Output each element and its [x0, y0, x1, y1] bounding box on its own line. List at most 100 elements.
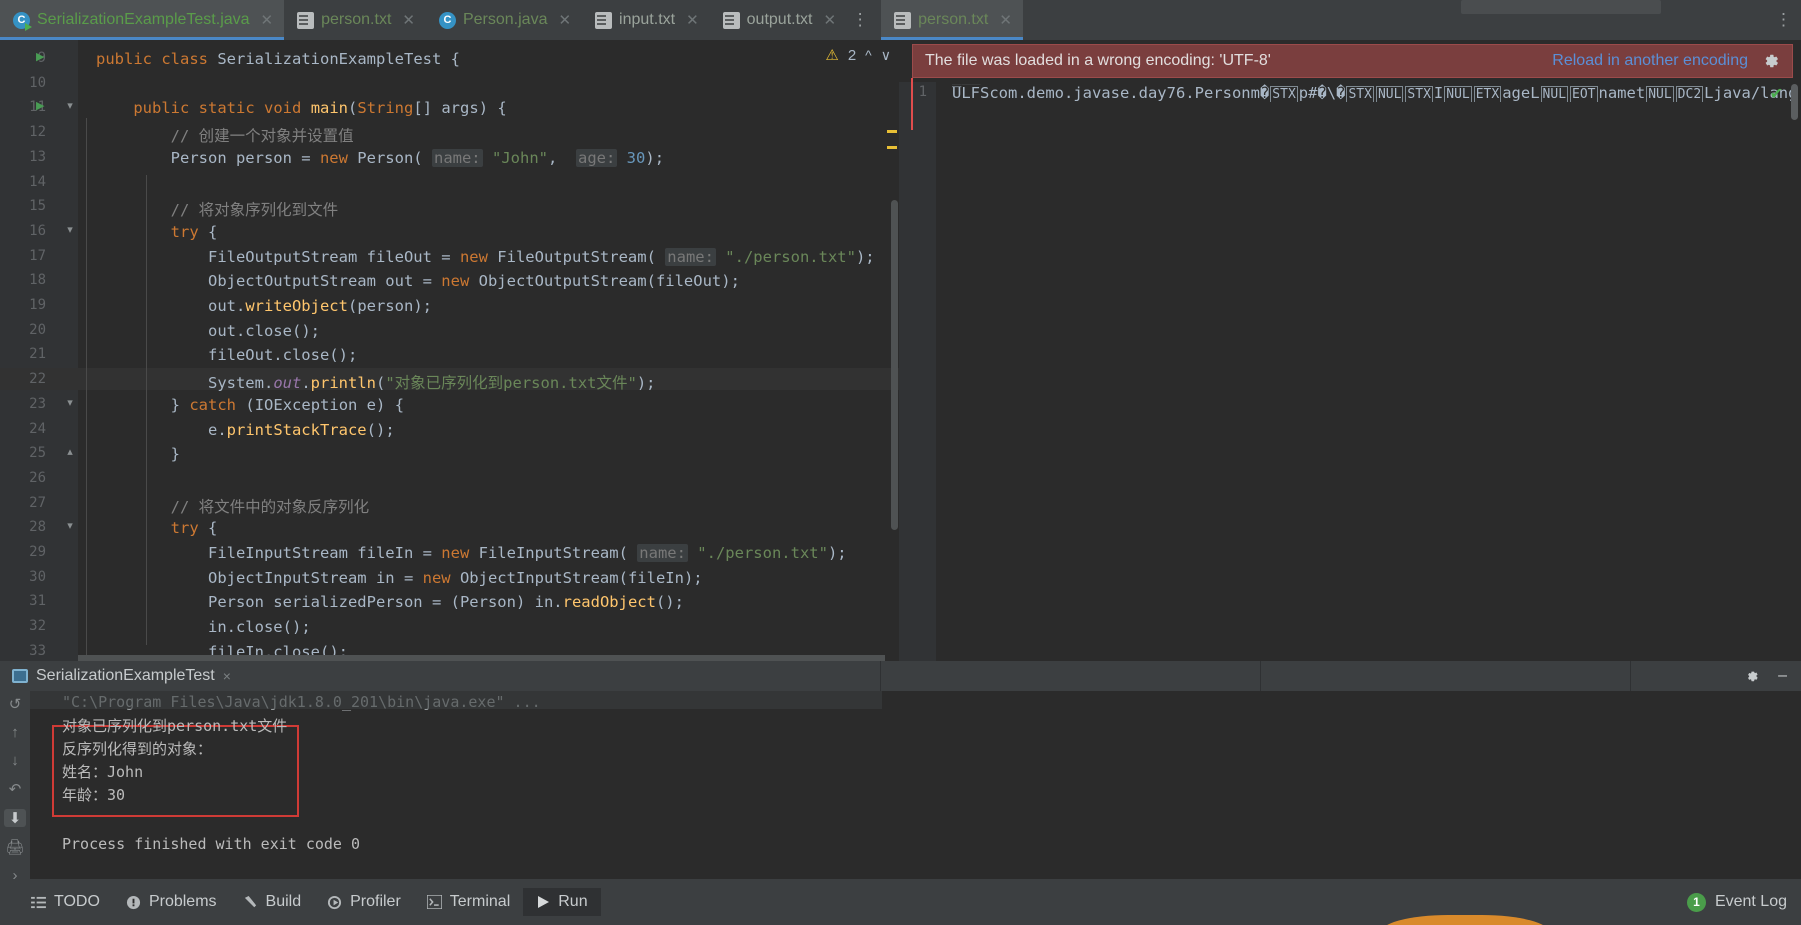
status-bar-item-problems[interactable]: Problems — [113, 888, 230, 916]
previous-problem-icon[interactable]: ^ — [865, 47, 872, 63]
tab-person-java[interactable]: C Person.java ✕ — [426, 0, 582, 40]
line-number: 19 — [29, 297, 46, 313]
gutter-run-icon[interactable]: ▶ — [36, 99, 50, 112]
scroll-up-icon[interactable]: ↑ — [4, 724, 26, 741]
tab-overflow-menu-icon[interactable]: ⋮ — [847, 0, 873, 40]
text-file-icon — [722, 11, 740, 29]
status-bar: TODO Problems Build Profiler Terminal Ru… — [0, 879, 1801, 925]
tab-close-icon[interactable]: ✕ — [686, 11, 699, 29]
code-editor-right[interactable]: The file was loaded in a wrong encoding:… — [899, 40, 1801, 661]
line-number: 14 — [29, 173, 46, 190]
tab-close-icon[interactable]: ✕ — [402, 11, 415, 29]
control-char-dc2: DC2 — [1675, 86, 1704, 102]
reload-in-another-encoding-link[interactable]: Reload in another encoding — [1552, 52, 1748, 70]
code-line[interactable]: try { — [96, 519, 218, 537]
encoding-warning-banner: The file was loaded in a wrong encoding:… — [912, 44, 1793, 78]
todo-list-icon — [31, 896, 46, 909]
checkmark-icon: ✔ — [1769, 86, 1783, 103]
gutter-fold-icon[interactable]: ▴ — [64, 445, 76, 458]
tab-input-txt[interactable]: input.txt ✕ — [582, 0, 710, 40]
tab-label: output.txt — [746, 11, 813, 28]
right-editor-gutter[interactable] — [899, 82, 936, 661]
status-bar-item-build[interactable]: Build — [230, 888, 315, 916]
print-icon[interactable]: 🖨 — [4, 838, 26, 856]
code-line[interactable]: out.close(); — [96, 322, 320, 340]
line-number: 13 — [29, 148, 46, 165]
status-bar-item-profiler[interactable]: Profiler — [314, 888, 414, 916]
code-line[interactable]: ObjectInputStream in = new ObjectInputSt… — [96, 569, 703, 587]
tab-close-icon[interactable]: ✕ — [999, 11, 1012, 29]
code-line[interactable]: // 创建一个对象并设置值 — [96, 124, 354, 146]
control-char-nul: NUL — [1444, 86, 1472, 102]
editor-vertical-scrollbar[interactable] — [891, 200, 898, 530]
code-line[interactable]: Person person = new Person( name: "John"… — [96, 148, 664, 167]
status-bar-tool-buttons: TODO Problems Build Profiler Terminal Ru… — [18, 879, 601, 925]
code-editor-left[interactable]: 9 ▶ public class SerializationExampleTest … — [0, 40, 899, 661]
code-line[interactable]: try { — [96, 223, 218, 241]
console-output-line: 反序列化得到的对象： — [62, 740, 213, 758]
code-line[interactable]: public class SerializationExampleTest { — [96, 50, 460, 68]
tab-person-txt-split[interactable]: person.txt ✕ — [881, 0, 1023, 40]
code-line[interactable]: } catch (IOException e) { — [96, 396, 404, 414]
event-log-label[interactable]: Event Log — [1715, 893, 1787, 911]
line-number: 12 — [29, 124, 46, 141]
code-line[interactable]: System.out.println("对象已序列化到person.txt文件"… — [96, 371, 656, 393]
status-bar-item-label: Profiler — [350, 893, 401, 910]
tab-output-txt[interactable]: output.txt ✕ — [710, 0, 847, 40]
run-configuration-tab[interactable]: SerializationExampleTest × — [0, 667, 231, 685]
gutter-run-icon[interactable]: ▶ — [36, 50, 50, 63]
gutter-fold-icon[interactable]: ▾ — [64, 99, 76, 112]
code-line[interactable]: FileOutputStream fileOut = new FileOutpu… — [96, 247, 875, 266]
scroll-down-icon[interactable]: ↓ — [4, 752, 26, 769]
text-file-icon — [894, 11, 912, 29]
code-line[interactable]: Person serializedPerson = (Person) in.re… — [96, 593, 684, 611]
tab-serializationexampletest-java[interactable]: C SerializationExampleTest.java ✕ — [0, 0, 285, 40]
indent-guide — [146, 175, 147, 645]
tab-close-icon[interactable]: ✕ — [261, 11, 274, 29]
next-problem-icon[interactable]: ∨ — [881, 47, 891, 64]
status-bar-item-label: TODO — [54, 893, 100, 910]
gutter-fold-icon[interactable]: ▾ — [64, 223, 76, 236]
garbled-file-content: ̅U̅L̅F̅Scom.demo.javase.day76.Personm� ST… — [952, 84, 1791, 102]
run-tab-close-icon[interactable]: × — [223, 668, 231, 684]
code-line[interactable]: // 将对象序列化到文件 — [96, 198, 339, 220]
caret — [911, 78, 913, 130]
tab-close-icon[interactable]: ✕ — [823, 11, 836, 29]
code-line[interactable]: // 将文件中的对象反序列化 — [96, 495, 370, 517]
code-line[interactable]: } — [96, 445, 180, 463]
problems-icon — [126, 895, 141, 910]
indent-guide — [86, 118, 87, 661]
gear-icon[interactable] — [1744, 668, 1760, 684]
right-editor-vertical-scrollbar[interactable] — [1791, 84, 1798, 120]
code-line[interactable]: in.close(); — [96, 618, 311, 636]
line-number: 15 — [29, 198, 46, 215]
status-bar-item-terminal[interactable]: Terminal — [414, 888, 523, 916]
code-line[interactable]: fileOut.close(); — [96, 346, 357, 364]
code-line[interactable]: e.printStackTrace(); — [96, 421, 395, 439]
code-line[interactable]: public static void main(String[] args) { — [96, 99, 506, 117]
code-line[interactable]: FileInputStream fileIn = new FileInputSt… — [96, 544, 847, 562]
control-char-nul: NUL — [1375, 86, 1404, 102]
control-char-stx: STX — [1405, 86, 1433, 102]
code-line[interactable]: ObjectOutputStream out = new ObjectOutpu… — [96, 272, 740, 290]
gear-icon[interactable] — [1762, 52, 1780, 70]
status-bar-item-run[interactable]: Run — [523, 888, 601, 916]
status-bar-item-todo[interactable]: TODO — [18, 888, 113, 916]
run-console-output[interactable]: "C:\Program Files\Java\jdk1.8.0_201\bin\… — [30, 691, 1801, 879]
minimize-icon[interactable]: – — [1778, 667, 1787, 685]
inspection-widget: ⚠ 2 ^ ∨ — [825, 46, 891, 65]
line-number: 24 — [29, 420, 46, 437]
header-separator — [1630, 661, 1631, 691]
more-options-icon[interactable]: ⋮ — [1775, 10, 1792, 30]
rerun-icon[interactable]: ↺ — [4, 695, 26, 713]
line-number: 18 — [29, 272, 46, 289]
scroll-to-end-icon[interactable]: ⬇ — [4, 809, 26, 827]
gutter-fold-icon[interactable]: ▾ — [64, 396, 76, 409]
tab-close-icon[interactable]: ✕ — [558, 11, 571, 29]
tab-label: person.txt — [321, 11, 392, 28]
soft-wrap-icon[interactable]: ↶ — [4, 780, 26, 798]
gutter-fold-icon[interactable]: ▾ — [64, 519, 76, 532]
tab-person-txt[interactable]: person.txt ✕ — [284, 0, 426, 40]
line-number: 29 — [29, 544, 46, 560]
run-side-toolbar: ↺ ↑ ↓ ↶ ⬇ 🖨 › — [0, 691, 30, 884]
